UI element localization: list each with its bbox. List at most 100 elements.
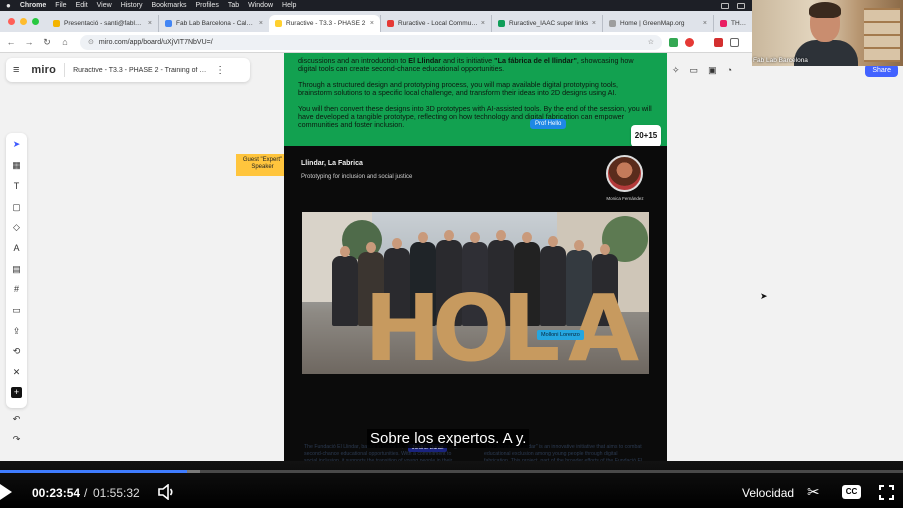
extension-icon[interactable]	[714, 37, 723, 47]
frame-tool-icon[interactable]: #	[11, 284, 22, 295]
apple-menu-icon[interactable]: ●	[6, 1, 11, 10]
address-bar[interactable]: ⊙ miro.com/app/board/uXjVIT7NbVU=/ ☆	[80, 34, 662, 50]
person-head	[574, 240, 584, 251]
group-photo[interactable]: H O L A Molloni Lorenzo	[302, 212, 649, 374]
templates-tool-icon[interactable]: ▦	[11, 160, 22, 171]
video-caption: Sobre los expertos. A y.	[367, 429, 530, 448]
clip-scissors-icon[interactable]: ✂	[807, 483, 820, 501]
menu-file[interactable]: File	[55, 2, 66, 9]
shapes-tool-icon[interactable]: ◇	[11, 222, 22, 233]
dark-slide-frame[interactable]: Llindar, La Fabrica Prototyping for incl…	[284, 146, 667, 461]
close-tab-icon[interactable]: ×	[370, 20, 374, 27]
comment-tool-icon[interactable]: ▤	[11, 264, 22, 275]
present-icon[interactable]: ◔	[727, 65, 732, 75]
connector-tool-icon[interactable]: ⟲	[11, 346, 22, 357]
speaker-avatar	[606, 155, 643, 192]
comments-icon[interactable]: ▭	[690, 65, 699, 76]
browser-tab[interactable]: Fab Lab Barcelona - Calend ×	[158, 15, 269, 32]
menu-history[interactable]: History	[121, 2, 143, 9]
browser-tab[interactable]: Ruractive - Local Community ×	[380, 15, 491, 32]
person-head	[418, 232, 428, 243]
reload-icon[interactable]: ↻	[40, 37, 54, 48]
timer-card[interactable]: 20+15	[631, 125, 661, 147]
redo-icon[interactable]: ↷	[11, 434, 22, 445]
menu-view[interactable]: View	[97, 2, 112, 9]
pen-tool-icon[interactable]: A	[11, 243, 22, 254]
browser-tab[interactable]: Presentació - santi@fablabb ×	[47, 15, 158, 32]
tab-label: Ruractive_IAAC super links	[509, 20, 589, 27]
upload-tool-icon[interactable]: ⇪	[11, 326, 22, 337]
menu-help[interactable]: Help	[282, 2, 296, 9]
browser-tab[interactable]: Home | GreenMap.org ×	[602, 15, 713, 32]
select-tool-icon[interactable]: ➤	[11, 139, 22, 150]
slide-title: Llindar, La Fabrica	[301, 160, 363, 167]
more-options-icon[interactable]: ⋮	[215, 65, 225, 76]
collaborator-cursor-label: Prof Hello	[530, 119, 567, 129]
minimize-window-icon[interactable]	[20, 18, 27, 25]
menu-profiles[interactable]: Profiles	[195, 2, 218, 9]
progress-bar[interactable]	[0, 470, 903, 473]
play-icon[interactable]	[0, 484, 12, 500]
menu-edit[interactable]: Edit	[76, 2, 88, 9]
text-tool-icon[interactable]: T	[11, 181, 22, 192]
board-name[interactable]: Ruractive - T3.3 - PHASE 2 - Training of…	[73, 67, 207, 74]
miro-favicon-icon	[275, 20, 282, 27]
person-head	[366, 242, 376, 253]
close-tab-icon[interactable]: ×	[703, 20, 707, 27]
volume-icon[interactable]	[158, 484, 176, 500]
fullscreen-icon[interactable]	[879, 485, 894, 500]
url-text[interactable]: miro.com/app/board/uXjVIT7NbVU=/	[99, 39, 213, 46]
main-menu-icon[interactable]: ≡	[13, 64, 19, 76]
bookshelf	[864, 8, 900, 62]
reactions-icon[interactable]: ✧	[672, 65, 680, 76]
captions-button[interactable]: CC	[842, 485, 861, 499]
video-icon[interactable]: ▣	[708, 65, 717, 76]
menu-tab[interactable]: Tab	[228, 2, 239, 9]
close-window-icon[interactable]	[8, 18, 15, 25]
wooden-letter: L	[501, 275, 561, 375]
more-tools-icon[interactable]: ✕	[11, 367, 22, 378]
site-favicon-icon	[720, 20, 727, 27]
current-time: 00:23:54	[32, 486, 81, 500]
slide-paragraph: Through a structured design and prototyp…	[298, 79, 619, 98]
add-tool-icon[interactable]: +	[11, 387, 22, 398]
close-tab-icon[interactable]: ×	[592, 20, 596, 27]
close-tab-icon[interactable]: ×	[259, 20, 263, 27]
tab-label: Presentació - santi@fablabb	[64, 20, 145, 27]
slide-paragraph: You will then convert these designs into…	[298, 103, 652, 130]
forward-icon[interactable]: →	[22, 37, 36, 47]
speed-button[interactable]: Velocidad	[742, 486, 794, 500]
extensions-puzzle-icon[interactable]	[730, 37, 739, 47]
undo-icon[interactable]: ↶	[11, 414, 22, 425]
extension-icon[interactable]	[669, 37, 678, 47]
card-tool-icon[interactable]: ▭	[11, 305, 22, 316]
menu-bookmarks[interactable]: Bookmarks	[151, 2, 186, 9]
site-info-icon[interactable]: ⊙	[88, 38, 94, 46]
maximize-window-icon[interactable]	[32, 18, 39, 25]
home-icon[interactable]: ⌂	[58, 37, 72, 47]
miro-board-header: ≡ miro Ruractive - T3.3 - PHASE 2 - Trai…	[6, 58, 250, 82]
close-tab-icon[interactable]: ×	[148, 20, 152, 27]
globe-favicon-icon	[609, 20, 616, 27]
battery-icon[interactable]	[737, 2, 745, 9]
green-slide-frame[interactable]: discussions and an introduction to El Ll…	[284, 53, 667, 146]
browser-tab-active[interactable]: Ruractive - T3.3 - PHASE 2 ×	[269, 15, 380, 32]
browser-tab[interactable]: THE PRO	[713, 15, 753, 32]
pinterest-extension-icon[interactable]	[685, 37, 694, 47]
mouse-pointer-icon: ➤	[760, 291, 768, 301]
bookmark-star-icon[interactable]: ☆	[648, 38, 654, 46]
browser-tab[interactable]: Ruractive_IAAC super links ×	[491, 15, 602, 32]
sticky-note-tool-icon[interactable]: ▢	[11, 202, 22, 213]
video-player-controls: 00:23:54 / 01:55:32 Velocidad ✂ CC	[0, 461, 903, 508]
menu-window[interactable]: Window	[248, 2, 273, 9]
tab-label: Ruractive - Local Community	[398, 20, 478, 27]
sticky-note[interactable]: Guest "Expert" Speaker	[236, 154, 289, 176]
screen-share-icon[interactable]	[721, 2, 729, 9]
menu-app-name[interactable]: Chrome	[20, 2, 46, 9]
miro-board-canvas[interactable]: ≡ miro Ruractive - T3.3 - PHASE 2 - Trai…	[0, 53, 903, 461]
tab-label: THE PRO	[731, 20, 747, 27]
miro-logo[interactable]: miro	[31, 64, 56, 76]
close-tab-icon[interactable]: ×	[481, 20, 485, 27]
back-icon[interactable]: ←	[4, 37, 18, 47]
sticky-note-line: Guest "Expert"	[242, 157, 283, 163]
